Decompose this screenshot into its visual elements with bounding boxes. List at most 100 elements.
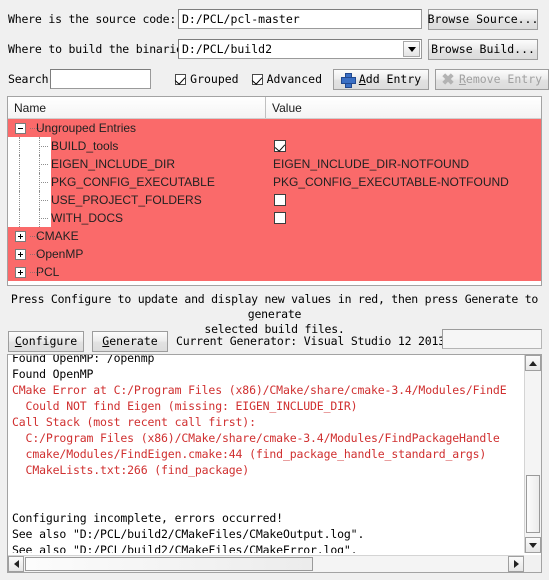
- table-row[interactable]: EIGEN_INCLUDE_DIR EIGEN_INCLUDE_DIR-NOTFO…: [8, 155, 541, 173]
- expand-plus-icon[interactable]: [15, 230, 26, 242]
- scroll-up-button[interactable]: [525, 355, 541, 371]
- cell-value[interactable]: [266, 119, 541, 137]
- output-log-text[interactable]: Found OpenMP: /openmp Found OpenMP CMake E…: [8, 355, 524, 553]
- configure-button[interactable]: Configure: [8, 330, 84, 352]
- cell-value[interactable]: [266, 227, 541, 245]
- add-entry-label: Add Entry: [358, 72, 422, 86]
- cache-entry-name: BUILD_tools: [51, 139, 119, 153]
- table-body: Ungrouped Entries BUILD_tools EIGEN_INCLUD…: [8, 119, 541, 281]
- cell-name[interactable]: BUILD_tools: [8, 137, 266, 155]
- browse-source-button[interactable]: Browse Source...: [427, 8, 539, 30]
- cache-entry-name: Ungrouped Entries: [36, 121, 137, 135]
- cell-value[interactable]: [266, 191, 541, 209]
- advanced-checkbox[interactable]: Advanced: [251, 72, 322, 86]
- cache-entry-checkbox[interactable]: [274, 140, 286, 152]
- expand-plus-icon[interactable]: [15, 248, 26, 260]
- table-row[interactable]: PCL: [8, 263, 541, 281]
- grouped-checkbox[interactable]: Grouped: [175, 72, 239, 86]
- search-input[interactable]: [50, 69, 152, 89]
- cell-name[interactable]: CMAKE: [8, 227, 266, 245]
- cell-value[interactable]: [266, 137, 541, 155]
- scrollbar-corner: [524, 555, 541, 572]
- scroll-left-button[interactable]: [8, 556, 24, 572]
- log-line: C:/Program Files (x86)/CMake/share/cmake…: [12, 431, 500, 445]
- log-horizontal-scroll-thumb[interactable]: [25, 557, 313, 571]
- tree-line: [30, 245, 41, 263]
- cell-name[interactable]: PKG_CONFIG_EXECUTABLE: [8, 173, 266, 191]
- tree-branch: [33, 137, 51, 155]
- tree-line: [30, 263, 41, 281]
- scroll-down-button[interactable]: [525, 537, 541, 553]
- log-line: See also "D:/PCL/build2/CMakeFiles/CMake…: [12, 527, 365, 541]
- cache-entries-table[interactable]: Name Value Ungrouped Entries BUILD_tools E…: [7, 96, 542, 286]
- output-log-panel[interactable]: Found OpenMP: /openmp Found OpenMP CMake E…: [7, 354, 542, 573]
- tree-indent: [8, 173, 33, 191]
- cell-value[interactable]: EIGEN_INCLUDE_DIR-NOTFOUND: [266, 155, 541, 173]
- cache-entry-value: EIGEN_INCLUDE_DIR-NOTFOUND: [273, 157, 470, 171]
- configure-hint-line1: Press Configure to update and display ne…: [10, 292, 539, 321]
- cell-value[interactable]: [266, 209, 541, 227]
- table-row[interactable]: PKG_CONFIG_EXECUTABLE PKG_CONFIG_EXECUTAB…: [8, 173, 541, 191]
- cell-name[interactable]: WITH_DOCS: [8, 209, 266, 227]
- search-options-row: Search: Grouped Advanced Add Entry Remov…: [0, 66, 549, 92]
- collapse-minus-icon[interactable]: [15, 122, 26, 134]
- log-vertical-scrollbar[interactable]: [524, 355, 541, 553]
- chevron-down-icon[interactable]: [403, 41, 420, 57]
- browse-build-label: Browse Build...: [431, 42, 535, 56]
- generate-rest: enerate: [109, 334, 158, 348]
- expand-plus-icon[interactable]: [15, 266, 26, 278]
- configure-rest: onfigure: [21, 334, 78, 348]
- log-horizontal-scrollbar[interactable]: [8, 555, 524, 572]
- cell-name[interactable]: EIGEN_INCLUDE_DIR: [8, 155, 266, 173]
- remove-entry-rest: emove Entry: [465, 72, 543, 86]
- cache-entry-checkbox[interactable]: [274, 194, 286, 206]
- log-line: Configuring incomplete, errors occurred!: [12, 511, 283, 525]
- source-code-input[interactable]: D:/PCL/pcl-master: [178, 9, 422, 29]
- advanced-label: Advanced: [266, 72, 322, 86]
- cache-entry-checkbox[interactable]: [274, 212, 286, 224]
- table-row[interactable]: USE_PROJECT_FOLDERS: [8, 191, 541, 209]
- triangle-down-icon: [529, 542, 537, 548]
- scroll-right-button[interactable]: [508, 556, 524, 572]
- table-row[interactable]: BUILD_tools: [8, 137, 541, 155]
- log-line: See also "D:/PCL/build2/CMakeFiles/CMake…: [12, 543, 358, 553]
- browse-build-button[interactable]: Browse Build...: [428, 38, 538, 60]
- tree-branch: [33, 173, 51, 191]
- cache-entry-name: PKG_CONFIG_EXECUTABLE: [51, 175, 215, 189]
- log-vertical-scroll-thumb[interactable]: [526, 475, 540, 533]
- add-entry-rest: dd Entry: [365, 72, 422, 86]
- log-line: Found OpenMP: [12, 367, 94, 381]
- cell-value[interactable]: [266, 263, 541, 281]
- progress-bar: [442, 329, 542, 349]
- column-header-name[interactable]: Name: [8, 97, 266, 118]
- advanced-checkbox-box: [251, 73, 263, 85]
- tree-line: [30, 227, 41, 245]
- build-binaries-row: Where to build the binaries: D:/PCL/buil…: [0, 36, 549, 62]
- plus-icon: [340, 72, 356, 88]
- build-binaries-label: Where to build the binaries:: [8, 42, 197, 56]
- table-row[interactable]: CMAKE: [8, 227, 541, 245]
- cell-value[interactable]: [266, 245, 541, 263]
- search-label: Search:: [8, 72, 56, 86]
- browse-source-label: Browse Source...: [427, 12, 539, 26]
- remove-entry-label: Remove Entry: [458, 72, 543, 86]
- cell-name[interactable]: Ungrouped Entries: [8, 119, 266, 137]
- tree-line: [30, 119, 41, 137]
- add-entry-button[interactable]: Add Entry: [333, 68, 429, 90]
- build-binaries-value: D:/PCL/build2: [182, 42, 273, 56]
- current-generator-text: Current Generator: Visual Studio 12 2013: [176, 334, 445, 348]
- source-code-label: Where is the source code:: [8, 12, 177, 26]
- source-code-row: Where is the source code: D:/PCL/pcl-mas…: [0, 6, 549, 32]
- build-binaries-combo[interactable]: D:/PCL/build2: [178, 39, 422, 59]
- cell-name[interactable]: OpenMP: [8, 245, 266, 263]
- cell-name[interactable]: USE_PROJECT_FOLDERS: [8, 191, 266, 209]
- table-row[interactable]: Ungrouped Entries: [8, 119, 541, 137]
- column-header-value[interactable]: Value: [266, 97, 541, 118]
- generate-button[interactable]: Generate: [92, 330, 168, 352]
- table-row[interactable]: WITH_DOCS: [8, 209, 541, 227]
- table-header: Name Value: [8, 97, 541, 119]
- table-row[interactable]: OpenMP: [8, 245, 541, 263]
- cell-name[interactable]: PCL: [8, 263, 266, 281]
- cell-value[interactable]: PKG_CONFIG_EXECUTABLE-NOTFOUND: [266, 173, 541, 191]
